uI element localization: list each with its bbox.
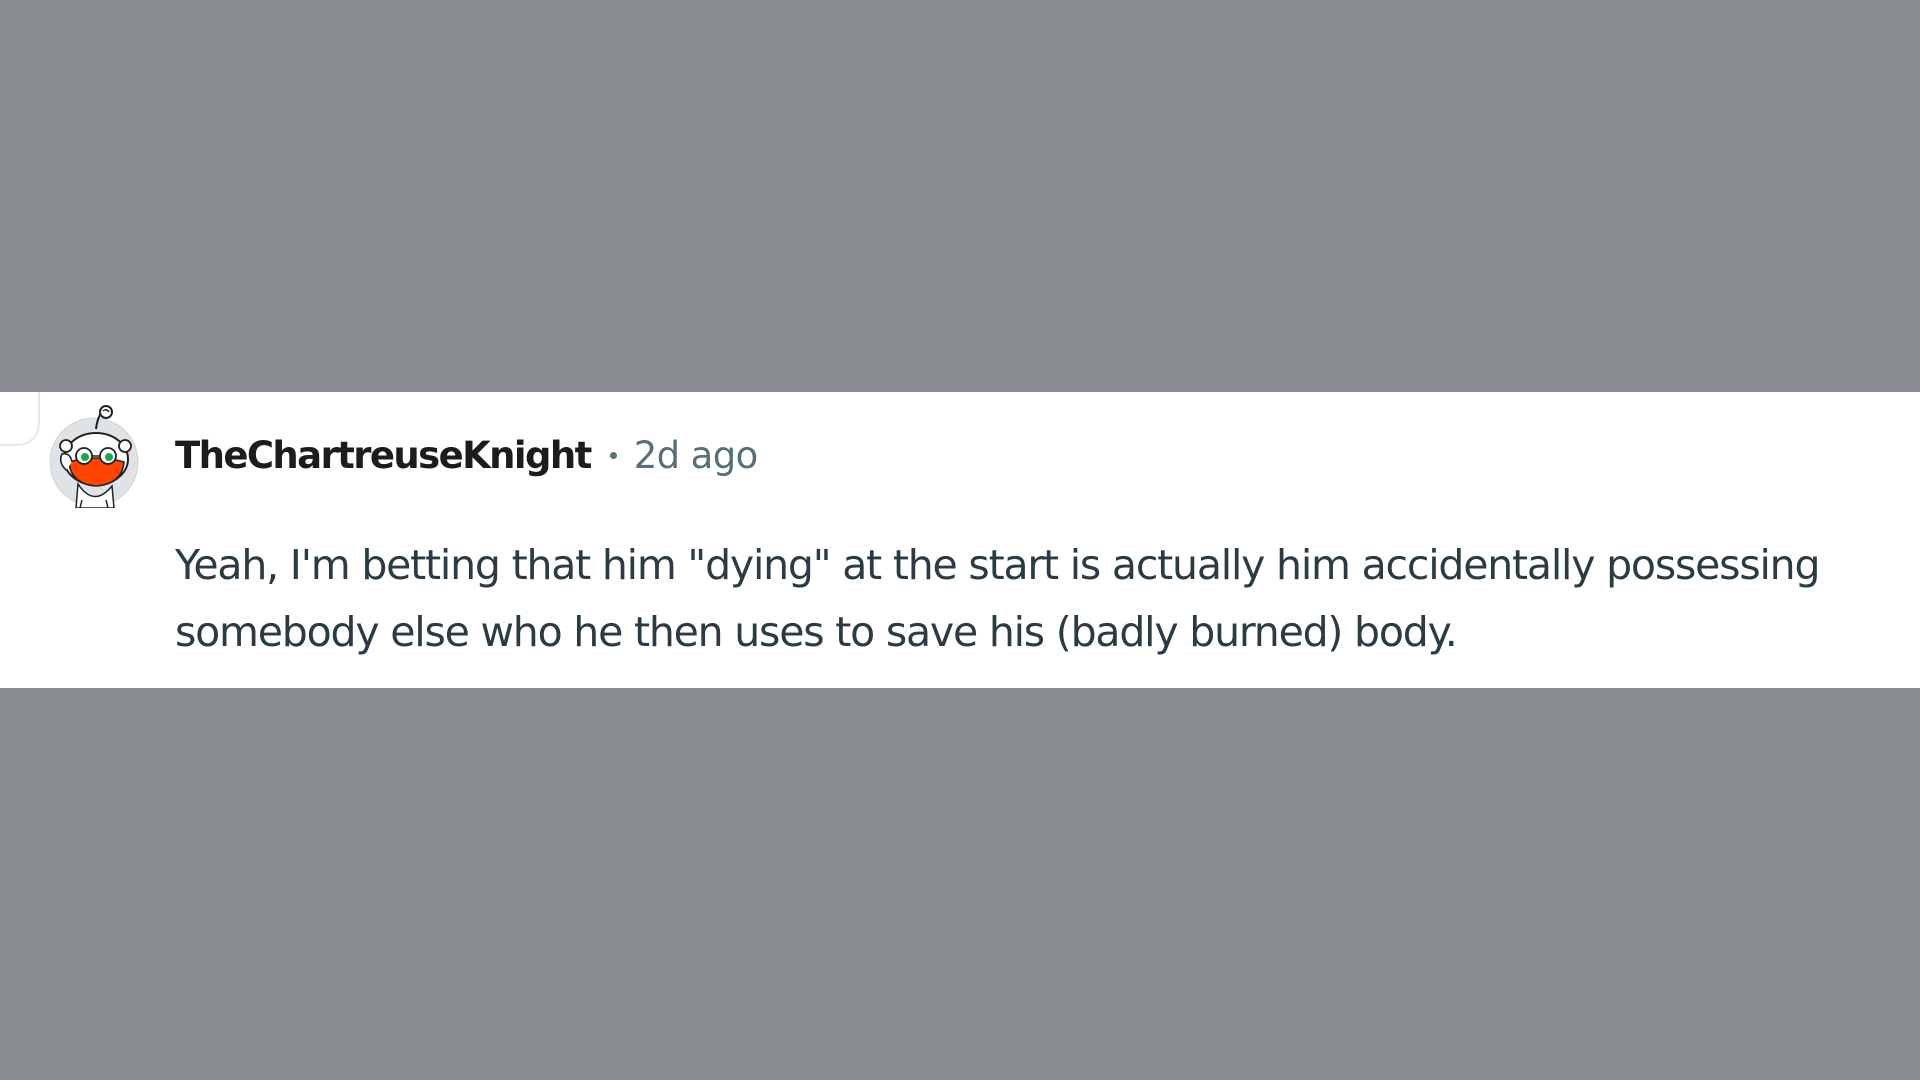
comment-header: TheChartreuseKnight 2d ago — [175, 430, 758, 480]
comment-body: Yeah, I'm betting that him "dying" at th… — [175, 532, 1920, 666]
comment-body-line: Yeah, I'm betting that him "dying" at th… — [175, 541, 1820, 589]
page-backdrop: TheChartreuseKnight 2d ago Yeah, I'm bet… — [0, 0, 1920, 1080]
thread-line — [0, 392, 40, 446]
comment-body-line: somebody else who he then uses to save h… — [175, 608, 1458, 656]
avatar-snoo-icon[interactable] — [40, 404, 148, 508]
comment-card: TheChartreuseKnight 2d ago Yeah, I'm bet… — [0, 392, 1920, 688]
comment-author-link[interactable]: TheChartreuseKnight — [175, 434, 592, 477]
comment-timestamp[interactable]: 2d ago — [634, 434, 759, 477]
meta-separator-dot — [609, 451, 617, 459]
